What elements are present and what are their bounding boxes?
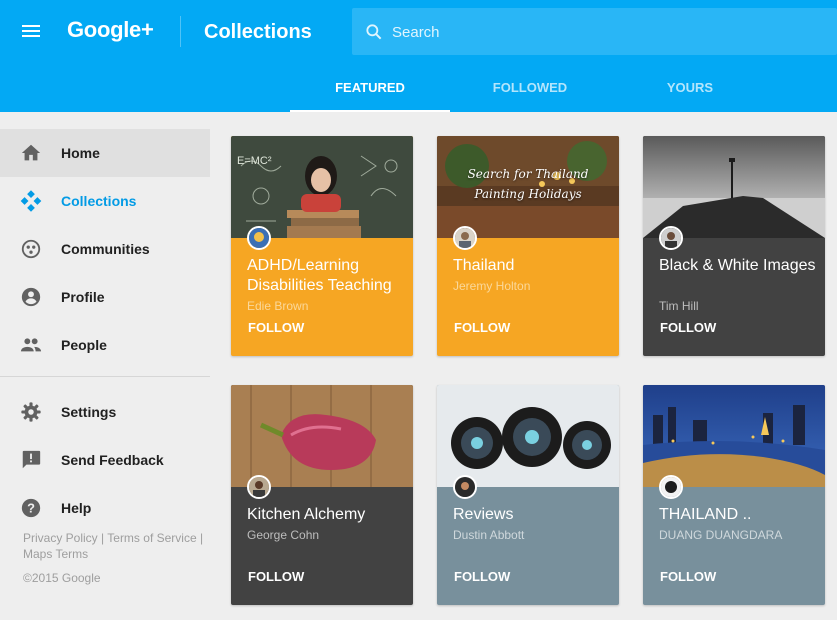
communities-icon [21,239,41,259]
google-plus-logo[interactable]: Google+ [67,17,154,43]
cover-image-caption: Search for Thailand Painting Holidays [467,167,589,201]
follow-button[interactable]: FOLLOW [660,569,716,584]
sidebar-item-communities[interactable]: Communities [0,225,210,273]
svg-text:E=MC²: E=MC² [237,155,272,167]
collection-title[interactable]: THAILAND .. [659,505,819,525]
sidebar-item-people[interactable]: People [0,321,210,369]
copyright: ©2015 Google [23,571,101,585]
collection-cover-image [643,385,825,487]
follow-button[interactable]: FOLLOW [454,320,510,335]
help-icon: ? [21,498,41,518]
sidebar-item-label: Settings [61,404,117,420]
page-title: Collections [204,21,312,43]
collection-card-adhd[interactable]: E=MC² ADHD/Learning Disabilities Teachin… [231,136,413,356]
collection-card-kitchen-alchemy[interactable]: Kitchen Alchemy George Cohn FOLLOW [231,385,413,605]
collection-cover-image [437,385,619,487]
menu-icon[interactable] [18,22,44,44]
profile-icon [21,287,41,307]
sidebar-item-profile[interactable]: Profile [0,273,210,321]
collection-cover-image: E=MC² [231,136,413,238]
sidebar-item-label: Collections [61,193,137,209]
sidebar-item-label: Communities [61,241,150,257]
sidebar-item-home[interactable]: Home [0,129,210,177]
tab-followed[interactable]: FOLLOWED [450,66,610,112]
sidebar-item-label: Home [61,145,100,161]
sidebar-divider [0,376,210,377]
collection-cover-image [231,385,413,487]
collection-title[interactable]: Reviews [453,505,613,525]
search-icon [366,24,382,40]
collection-author[interactable]: George Cohn [247,528,319,542]
collection-title[interactable]: ADHD/Learning Disabilities Teaching [247,256,407,296]
collection-card-thailand[interactable]: Search for Thailand Painting Holidays Th… [437,136,619,356]
avatar[interactable] [247,226,271,250]
follow-button[interactable]: FOLLOW [660,320,716,335]
tab-yours[interactable]: YOURS [610,66,770,112]
collection-cover-image [643,136,825,238]
follow-button[interactable]: FOLLOW [248,569,304,584]
sidebar-item-label: Profile [61,289,105,305]
sidebar-item-label: People [61,337,107,353]
follow-button[interactable]: FOLLOW [454,569,510,584]
collection-card-reviews[interactable]: Reviews Dustin Abbott FOLLOW [437,385,619,605]
collection-cover-image: Search for Thailand Painting Holidays [437,136,619,238]
home-icon [21,144,41,161]
sidebar-item-help[interactable]: ? Help [0,484,210,532]
sidebar-item-send-feedback[interactable]: Send Feedback [0,436,210,484]
feedback-icon [22,450,41,469]
footer-links: Privacy Policy | Terms of Service | Maps… [23,531,204,561]
sidebar-item-label: Help [61,500,92,516]
collection-author[interactable]: Tim Hill [659,299,699,313]
collection-author[interactable]: Edie Brown [247,299,308,313]
collection-tabs: FEATURED FOLLOWED YOURS [290,66,770,112]
collection-card-thailand-2[interactable]: THAILAND .. DUANG DUANGDARA FOLLOW [643,385,825,605]
svg-text:?: ? [27,501,35,516]
collection-card-black-white[interactable]: Black & White Images Tim Hill FOLLOW [643,136,825,356]
people-icon [20,338,42,352]
sidebar-item-settings[interactable]: Settings [0,388,210,436]
search-input[interactable] [392,20,812,44]
privacy-policy-link[interactable]: Privacy Policy [23,531,98,545]
gear-icon [21,402,41,422]
collection-title[interactable]: Black & White Images [659,256,819,276]
tab-featured[interactable]: FEATURED [290,66,450,112]
sidebar: Home Collections Communities Profile Peo… [0,112,210,620]
follow-button[interactable]: FOLLOW [248,320,304,335]
collection-author[interactable]: Jeremy Holton [453,279,530,293]
terms-of-service-link[interactable]: Terms of Service [107,531,196,545]
avatar[interactable] [247,475,271,499]
avatar[interactable] [453,475,477,499]
collection-author[interactable]: DUANG DUANGDARA [659,528,782,542]
collections-icon [20,190,42,212]
sidebar-item-collections[interactable]: Collections [0,177,210,225]
avatar[interactable] [659,226,683,250]
maps-terms-link[interactable]: Maps Terms [23,547,88,561]
avatar[interactable] [453,226,477,250]
avatar[interactable] [659,475,683,499]
top-app-bar: Google+ Collections FEATURED FOLLOWED YO… [0,0,837,112]
sidebar-item-label: Send Feedback [61,452,164,468]
collection-author[interactable]: Dustin Abbott [453,528,524,542]
header-divider [180,16,181,47]
collection-title[interactable]: Thailand [453,256,613,276]
collection-title[interactable]: Kitchen Alchemy [247,505,407,525]
search-box[interactable] [352,8,837,55]
